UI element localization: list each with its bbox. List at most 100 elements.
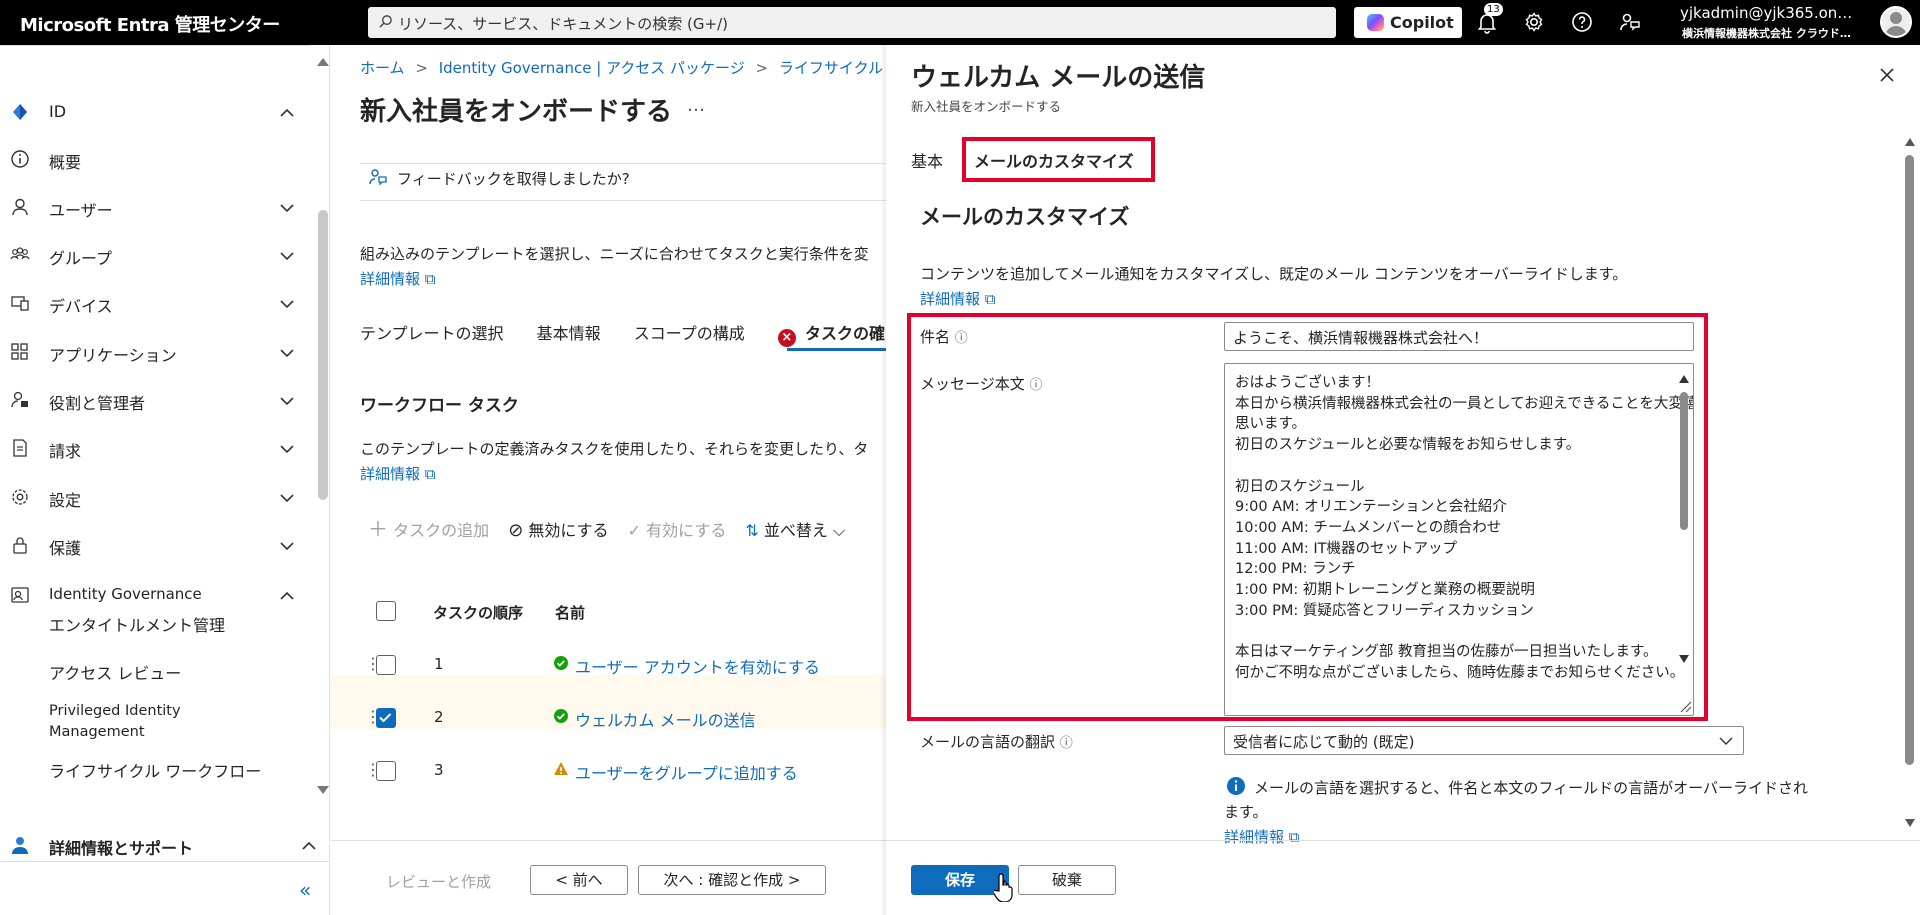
apps-icon — [11, 343, 28, 360]
feedback-icon[interactable] — [1618, 10, 1642, 34]
learn-more-label: 詳細情報 — [360, 270, 421, 288]
chevron-up-icon — [280, 591, 294, 600]
subject-input[interactable]: ようこそ、横浜情報機器株式会社へ！ — [1224, 322, 1694, 351]
tab-tasks[interactable]: タスクの確 — [805, 324, 885, 343]
feedback-link[interactable]: フィードバックを取得しましたか? — [397, 168, 630, 189]
search-box[interactable]: リソース、サービス、ドキュメントの検索 (G+/) — [368, 7, 1336, 38]
learn-more-link[interactable]: 詳細情報 ⧉ — [920, 288, 996, 309]
breadcrumb-governance[interactable]: Identity Governance | アクセス パッケージ — [439, 59, 745, 77]
user-account-name[interactable]: yjkadmin@yjk365.on… — [1680, 4, 1852, 22]
task-name-link[interactable]: ユーザー アカウントを有効にする — [575, 654, 820, 678]
message-body-textarea[interactable]: おはようございます！ 本日から横浜情報機器株式会社の一員としてお迎えできることを… — [1224, 363, 1694, 716]
tab-basic[interactable]: 基本 — [911, 148, 943, 172]
sidebar-item-settings[interactable]: 設定 — [0, 477, 310, 517]
row-checkbox[interactable] — [376, 761, 396, 781]
previous-button[interactable]: < 前へ — [530, 865, 628, 895]
scroll-down-icon[interactable] — [1678, 654, 1690, 664]
gear-icon[interactable] — [1522, 10, 1546, 34]
device-icon — [11, 296, 29, 311]
sidebar-subitem-pim[interactable]: Privileged Identity Management — [49, 701, 209, 743]
tab-template[interactable]: テンプレートの選択 — [360, 324, 504, 343]
sidebar-subitem-lifecycle[interactable]: ライフサイクル ワークフロー — [49, 758, 261, 782]
sidebar-item-support[interactable]: 詳細情報とサポート — [0, 825, 316, 865]
footer-divider — [331, 840, 886, 841]
sidebar-item-devices[interactable]: デバイス — [0, 283, 310, 323]
main-content: ホーム > Identity Governance | アクセス パッケージ >… — [331, 45, 886, 915]
tab-email-customize[interactable]: メールのカスタマイズ — [974, 148, 1134, 172]
info-icon[interactable]: ⓘ — [955, 331, 968, 346]
section-learn-more-link[interactable]: 詳細情報 ⧉ — [360, 463, 436, 484]
panel-subtitle: 新入社員をオンボードする — [911, 99, 1062, 114]
sidebar-item-label: 請求 — [49, 442, 82, 461]
sidebar-subitem-entitlement[interactable]: エンタイトルメント管理 — [49, 612, 225, 636]
info-icon[interactable]: ⓘ — [1029, 378, 1042, 393]
chevron-down-icon — [280, 445, 294, 454]
column-header-name[interactable]: 名前 — [555, 602, 585, 623]
select-all-checkbox[interactable] — [376, 601, 396, 621]
breadcrumb-separator: > — [755, 59, 769, 77]
help-icon[interactable] — [1570, 10, 1594, 34]
chevron-down-icon — [1719, 737, 1733, 745]
task-name-link[interactable]: ウェルカム メールの送信 — [575, 707, 756, 731]
language-learn-more-link[interactable]: 詳細情報 ⧉ — [1224, 826, 1300, 847]
row-checkbox[interactable] — [376, 655, 396, 675]
tab-scope[interactable]: スコープの構成 — [634, 324, 745, 343]
active-tab-indicator — [787, 348, 886, 351]
sidebar-item-roles[interactable]: 役割と管理者 — [0, 380, 310, 420]
add-task-button[interactable]: ＋ タスクの追加 — [368, 517, 489, 541]
copilot-button[interactable]: Copilot — [1354, 7, 1462, 38]
next-button[interactable]: 次へ : 確認と作成 > — [638, 865, 826, 895]
scroll-down-icon[interactable] — [1904, 818, 1916, 828]
external-link-icon: ⧉ — [424, 270, 436, 288]
gear-icon — [12, 489, 28, 505]
sidebar-item-id[interactable]: ID — [0, 92, 310, 132]
breadcrumb-lifecycle[interactable]: ライフサイクル ワー… — [779, 59, 886, 77]
divider — [360, 163, 886, 164]
sidebar-subitem-access-review[interactable]: アクセス レビュー — [49, 660, 181, 684]
resize-handle-icon[interactable] — [1678, 699, 1692, 713]
disable-button[interactable]: ⊘ 無効にする — [508, 520, 609, 541]
sidebar-item-billing[interactable]: 請求 — [0, 428, 310, 468]
sidebar-item-applications[interactable]: アプリケーション — [0, 332, 310, 372]
close-icon[interactable] — [1877, 65, 1897, 85]
breadcrumb-separator: > — [415, 59, 428, 77]
info-icon[interactable]: ⓘ — [1060, 736, 1073, 751]
chevron-down-icon — [280, 349, 294, 358]
scroll-up-icon[interactable] — [316, 57, 330, 67]
panel-scrollbar[interactable] — [1905, 155, 1914, 765]
sidebar-item-overview[interactable]: 概要 — [0, 139, 310, 179]
sidebar-item-label: 役割と管理者 — [49, 394, 146, 413]
enable-button[interactable]: ✓ 有効にする — [628, 521, 727, 540]
sort-button[interactable]: ⇅ 並べ替え ⌵ — [745, 521, 845, 540]
discard-button[interactable]: 破棄 — [1018, 865, 1116, 895]
scroll-down-icon[interactable] — [316, 785, 330, 795]
column-header-order[interactable]: タスクの順序 — [433, 602, 523, 623]
avatar[interactable] — [1880, 6, 1912, 38]
brand-title[interactable]: Microsoft Entra 管理センター — [20, 11, 280, 37]
sidebar-item-protection[interactable]: 保護 — [0, 525, 310, 565]
chevron-up-icon — [302, 841, 316, 850]
external-link-icon: ⧉ — [1288, 828, 1300, 846]
more-options-button[interactable]: … — [687, 95, 705, 116]
collapse-sidebar-button[interactable]: « — [299, 878, 311, 902]
textarea-scrollbar[interactable] — [1680, 392, 1688, 530]
sidebar-item-users[interactable]: ユーザー — [0, 187, 310, 227]
sidebar-item-groups[interactable]: グループ — [0, 235, 310, 275]
review-create-button[interactable]: レビューと作成 — [386, 871, 491, 892]
task-order: 1 — [434, 655, 444, 673]
breadcrumb-home[interactable]: ホーム — [360, 59, 405, 77]
info-icon — [11, 150, 29, 168]
tab-basics[interactable]: 基本情報 — [537, 324, 601, 343]
scroll-up-icon[interactable] — [1904, 137, 1916, 147]
language-select[interactable]: 受信者に応じて動的 (既定) — [1224, 726, 1744, 755]
learn-more-link[interactable]: 詳細情報 ⧉ — [360, 268, 436, 289]
row-checkbox-checked[interactable] — [376, 708, 396, 728]
sidebar: ID 概要 ユーザー グループ デバイス アプリケーション 役割と管理者 請求 … — [0, 45, 330, 915]
sidebar-item-identity-governance[interactable]: Identity Governance — [0, 575, 310, 615]
top-bar: Microsoft Entra 管理センター リソース、サービス、ドキュメントの… — [0, 0, 1920, 45]
sidebar-scrollbar[interactable] — [318, 210, 328, 500]
chevron-down-icon: ⌵ — [833, 521, 846, 540]
task-name-link[interactable]: ユーザーをグループに追加する — [575, 760, 798, 784]
scroll-up-icon[interactable] — [1678, 374, 1690, 384]
disable-label: 無効にする — [528, 521, 609, 540]
